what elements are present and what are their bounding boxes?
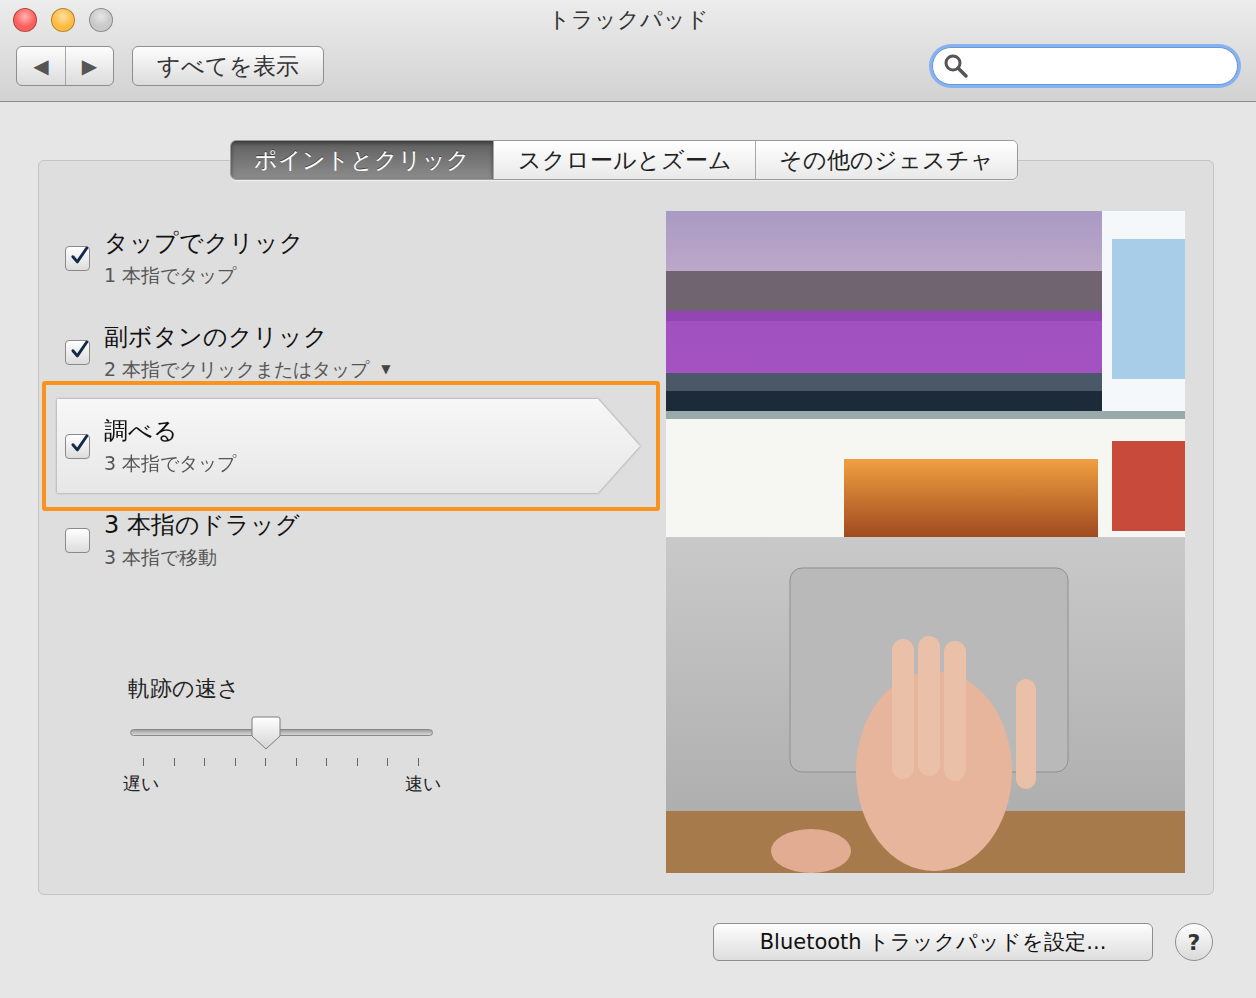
slider-thumb[interactable] [251, 716, 281, 750]
option-text: タップでクリック 1 本指でタップ [104, 228, 304, 288]
checkmark-icon [70, 243, 89, 269]
option-text: 調べる 3 本指でタップ [104, 416, 236, 476]
back-button[interactable]: ◀ [17, 47, 65, 85]
window-title: トラックパッド [536, 5, 721, 35]
option-subtitle: 3 本指でタップ [104, 451, 236, 476]
checkbox[interactable] [65, 340, 90, 365]
option-subtitle[interactable]: 2 本指でクリックまたはタップ▼ [104, 357, 390, 382]
show-all-button[interactable]: すべてを表示 [132, 46, 324, 86]
tab[interactable]: その他のジェスチャ [755, 141, 1017, 179]
tab[interactable]: ポイントとクリック [231, 141, 493, 179]
tick [204, 758, 205, 766]
tick [296, 758, 297, 766]
slider-range-labels: 遅い 速い [123, 772, 441, 796]
window-controls [0, 8, 536, 32]
tabs: ポイントとクリックスクロールとズームその他のジェスチャ [230, 140, 1018, 180]
forward-button[interactable]: ▶ [65, 47, 113, 85]
tab[interactable]: スクロールとズーム [493, 141, 755, 179]
search-input[interactable] [977, 55, 1227, 78]
option-shadow: 調べる 3 本指でタップ [57, 399, 640, 493]
option-title: 副ボタンのクリック [104, 322, 390, 353]
content: ポイントとクリックスクロールとズームその他のジェスチャタップでクリック 1 本指で… [0, 102, 1256, 998]
checkbox[interactable] [65, 246, 90, 271]
options-column: タップでクリック 1 本指でタップ副ボタンのクリック 2 本指でクリックまたはタップ… [42, 211, 660, 873]
minimize-button[interactable] [51, 8, 75, 32]
slider-label: 軌跡の速さ [128, 675, 660, 704]
checkbox[interactable] [65, 528, 90, 553]
option-title: 3 本指のドラッグ [104, 510, 300, 541]
toolbar: ◀▶ すべてを表示 [0, 46, 1256, 86]
tab-row: ポイントとクリックスクロールとズームその他のジェスチャ [38, 140, 1214, 180]
checkbox[interactable] [65, 434, 90, 459]
tick [143, 758, 144, 766]
option-title: タップでクリック [104, 228, 304, 259]
tick [174, 758, 175, 766]
slider-track [130, 729, 433, 736]
navigation-buttons: ◀▶ [16, 46, 114, 86]
magnifier-icon [943, 53, 969, 79]
option-subtitle: 1 本指でタップ [104, 263, 304, 288]
tick [265, 758, 266, 766]
option-shadow: タップでクリック 1 本指でタップ [57, 211, 640, 305]
slider-ticks [130, 758, 433, 766]
tick [387, 758, 388, 766]
title-bar: トラックパッド ◀▶ すべてを表示 [0, 0, 1256, 102]
option-text: 副ボタンのクリック 2 本指でクリックまたはタップ▼ [104, 322, 390, 382]
footer: Bluetooth トラックパッドを設定...? [38, 923, 1214, 961]
option-title: 調べる [104, 416, 236, 447]
tracking-speed: 軌跡の速さ遅い 速い [42, 675, 660, 796]
preferences-window: トラックパッド ◀▶ すべてを表示ポイントとクリックスクロールとズームその他のジェス… [0, 0, 1256, 998]
option-row: タップでクリック 1 本指でタップ [42, 193, 660, 323]
tick [357, 758, 358, 766]
option-panel[interactable]: 調べる 3 本指でタップ [57, 399, 640, 493]
option-row: 調べる 3 本指でタップ [42, 381, 660, 511]
tick [418, 758, 419, 766]
close-button[interactable] [13, 8, 37, 32]
slow-label: 遅い [123, 772, 159, 796]
help-button[interactable]: ? [1175, 923, 1213, 961]
search-field[interactable] [932, 47, 1238, 85]
dropdown-icon[interactable]: ▼ [381, 362, 390, 378]
tick [235, 758, 236, 766]
option-row: 副ボタンのクリック 2 本指でクリックまたはタップ▼ [42, 287, 660, 417]
title-row: トラックパッド [0, 0, 1256, 40]
zoom-button[interactable] [89, 8, 113, 32]
bluetooth-setup-button[interactable]: Bluetooth トラックパッドを設定... [713, 923, 1153, 961]
speed-slider[interactable] [130, 716, 433, 750]
option-panel[interactable]: タップでクリック 1 本指でタップ [57, 211, 640, 305]
demo-video [666, 211, 1185, 873]
checkmark-icon [70, 337, 89, 363]
checkmark-icon [70, 431, 89, 457]
fast-label: 速い [405, 772, 441, 796]
option-text: 3 本指のドラッグ 3 本指で移動 [104, 510, 300, 570]
settings-group: タップでクリック 1 本指でタップ副ボタンのクリック 2 本指でクリックまたはタップ… [38, 160, 1214, 895]
tick [326, 758, 327, 766]
option-subtitle: 3 本指で移動 [104, 545, 300, 570]
option-row: 3 本指のドラッグ 3 本指で移動 [42, 475, 660, 605]
